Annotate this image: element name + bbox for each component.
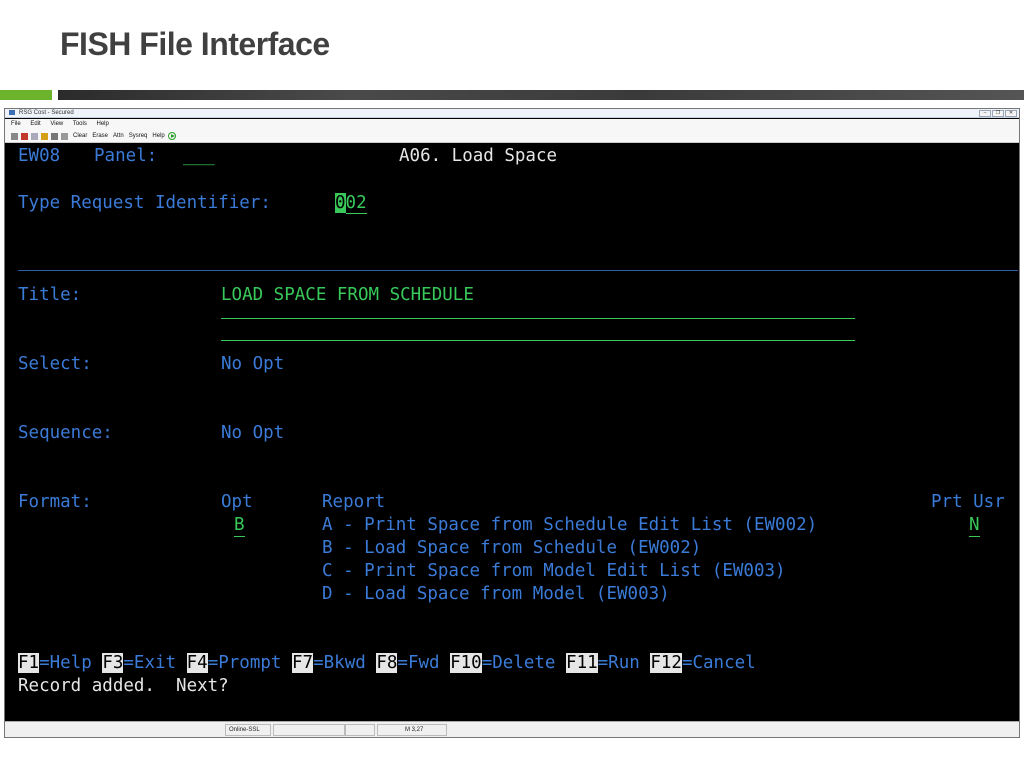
report-option-b: B - Load Space from Schedule (EW002) bbox=[322, 538, 702, 558]
menu-bar: File Edit View Tools Help bbox=[5, 119, 1019, 130]
f7-label: =Bkwd bbox=[313, 653, 366, 673]
sequence-label: Sequence: bbox=[18, 423, 113, 443]
sequence-value: No Opt bbox=[221, 423, 285, 443]
function-key-bar: F1=Help F3=Exit F4=Prompt F7=Bkwd F8=Fwd… bbox=[18, 652, 756, 674]
clear-button[interactable]: Clear bbox=[73, 130, 87, 143]
f10-label: =Delete bbox=[481, 653, 556, 673]
attn-button[interactable]: Attn bbox=[113, 130, 124, 143]
print-icon[interactable] bbox=[11, 132, 18, 140]
status-message: Record added. Next? bbox=[18, 676, 229, 696]
input-mode: M bbox=[405, 727, 410, 733]
green-accent-bar bbox=[0, 90, 52, 100]
status-cell-empty bbox=[273, 724, 345, 736]
erase-button[interactable]: Erase bbox=[92, 130, 108, 143]
screen-id: EW08 bbox=[18, 146, 61, 166]
cursor-coordinates: 3,27 bbox=[411, 727, 424, 733]
select-value: No Opt bbox=[221, 354, 285, 374]
close-icon[interactable]: ✕ bbox=[1005, 110, 1017, 117]
paste-icon[interactable] bbox=[41, 132, 48, 140]
f3-label: =Exit bbox=[123, 653, 177, 673]
panel-input[interactable]: ___ bbox=[183, 145, 215, 167]
copy-icon[interactable] bbox=[31, 132, 38, 140]
title-input-line2[interactable] bbox=[221, 340, 855, 341]
window-titlebar: RSG Cost - Secured – ❐ ✕ bbox=[5, 109, 1019, 118]
report-header: Report bbox=[322, 492, 386, 512]
cut-icon[interactable] bbox=[21, 132, 28, 140]
cursor-position: M 3,27 bbox=[377, 724, 447, 736]
f4-label: =Prompt bbox=[207, 653, 282, 673]
restore-icon[interactable]: ❐ bbox=[992, 110, 1004, 117]
separator-line bbox=[18, 270, 1018, 271]
f10-key[interactable]: F10 bbox=[450, 653, 482, 673]
text-cursor: 0 bbox=[335, 193, 346, 213]
menu-help[interactable]: Help bbox=[97, 121, 109, 127]
menu-view[interactable]: View bbox=[50, 121, 63, 127]
title-input-underline bbox=[221, 318, 855, 319]
title-label: Title: bbox=[18, 285, 82, 305]
format-label: Format: bbox=[18, 492, 92, 512]
title-input[interactable]: LOAD SPACE FROM SCHEDULE bbox=[221, 284, 474, 306]
minimize-icon[interactable]: – bbox=[979, 110, 991, 117]
toolbar: Clear Erase Attn Sysreq Help bbox=[5, 130, 1019, 143]
status-cell-empty-2 bbox=[345, 724, 375, 736]
panel-label: Panel: bbox=[94, 146, 158, 166]
play-icon[interactable] bbox=[167, 132, 176, 140]
connection-status: Online-SSL bbox=[225, 724, 271, 736]
f4-key[interactable]: F4 bbox=[186, 653, 208, 673]
app-icon bbox=[9, 109, 15, 115]
status-bar: Online-SSL M 3,27 bbox=[5, 721, 1019, 737]
f1-key[interactable]: F1 bbox=[18, 653, 40, 673]
report-option-c: C - Print Space from Model Edit List (EW… bbox=[322, 561, 786, 581]
slide-title: FISH File Interface bbox=[60, 26, 330, 62]
f1-label: =Help bbox=[39, 653, 92, 673]
terminal-screen[interactable]: EW08 Panel: ___ A06. Load Space Type Req… bbox=[5, 145, 1019, 719]
prt-usr-header: Prt Usr bbox=[931, 492, 1005, 512]
f8-key[interactable]: F8 bbox=[376, 653, 398, 673]
menu-tools[interactable]: Tools bbox=[73, 121, 87, 127]
opt-header: Opt bbox=[221, 492, 253, 512]
f8-label: =Fwd bbox=[397, 653, 440, 673]
printer-icon[interactable] bbox=[51, 132, 58, 140]
panel-title: A06. Load Space bbox=[399, 146, 558, 166]
report-option-a: A - Print Space from Schedule Edit List … bbox=[322, 515, 818, 535]
window-title: RSG Cost - Secured bbox=[19, 110, 74, 116]
report-option-d: D - Load Space from Model (EW003) bbox=[322, 584, 670, 604]
emulator-window: RSG Cost - Secured – ❐ ✕ File Edit View … bbox=[4, 108, 1020, 738]
type-request-input[interactable]: 002 bbox=[335, 192, 367, 214]
opt-input[interactable]: B bbox=[234, 514, 245, 537]
prt-usr-input[interactable]: N bbox=[969, 514, 980, 537]
help-button[interactable]: Help bbox=[152, 130, 164, 143]
sysreq-button[interactable]: Sysreq bbox=[129, 130, 148, 143]
f12-key[interactable]: F12 bbox=[650, 653, 682, 673]
f11-label: =Run bbox=[597, 653, 640, 673]
window-controls: – ❐ ✕ bbox=[979, 110, 1017, 117]
menu-file[interactable]: File bbox=[11, 121, 21, 127]
type-request-value: 02 bbox=[345, 193, 367, 214]
f11-key[interactable]: F11 bbox=[566, 653, 598, 673]
disk-icon[interactable] bbox=[61, 132, 68, 140]
type-request-label: Type Request Identifier: bbox=[18, 193, 271, 213]
menu-edit[interactable]: Edit bbox=[30, 121, 40, 127]
f7-key[interactable]: F7 bbox=[292, 653, 314, 673]
title-underline-bar bbox=[58, 90, 1024, 100]
select-label: Select: bbox=[18, 354, 92, 374]
f3-key[interactable]: F3 bbox=[102, 653, 124, 673]
f12-label: =Cancel bbox=[681, 653, 756, 673]
